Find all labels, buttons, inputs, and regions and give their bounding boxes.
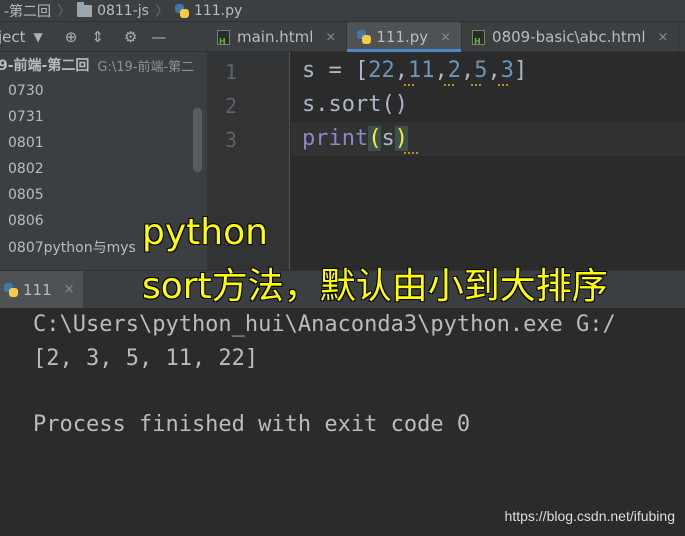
folder-icon <box>77 1 93 17</box>
console-line: Process finished with exit code 0 <box>33 412 471 437</box>
code-line-3: print(s) <box>302 126 408 151</box>
run-tab-111[interactable]: 111 × <box>0 270 83 309</box>
tab-abc-html[interactable]: 0809-basic\abc.html × <box>462 22 680 52</box>
chevron-right-icon: 〉 <box>57 3 72 20</box>
run-console-output[interactable]: C:\Users\python_hui\Anaconda3\python.exe… <box>0 308 685 536</box>
breadcrumb-item-folder[interactable]: 0811-js <box>73 0 153 21</box>
tree-item-0730[interactable]: 0730 <box>0 78 207 104</box>
python-file-icon <box>357 30 372 44</box>
tree-item-0802[interactable]: 0802 <box>0 156 207 182</box>
close-icon[interactable]: × <box>325 30 336 45</box>
close-icon[interactable]: × <box>64 282 75 297</box>
close-icon[interactable]: × <box>440 30 451 45</box>
editor-tabs: main.html × 111.py × 0809-basic\abc.html… <box>207 22 685 52</box>
breadcrumb-item-project[interactable]: -第二回 <box>0 0 55 21</box>
gear-icon[interactable]: ⚙ <box>124 28 137 46</box>
line-number: 2 <box>224 94 237 118</box>
target-icon[interactable]: ⊕ <box>65 28 78 46</box>
python-file-icon <box>174 3 189 18</box>
line-number: 1 <box>224 60 237 84</box>
tab-overflow[interactable] <box>679 22 685 52</box>
pep8-warning-squiggle <box>404 148 418 154</box>
python-file-icon <box>4 282 18 297</box>
project-view-selector[interactable]: ject <box>0 28 26 46</box>
project-toolbar: ject ▼ ⊕ ⇕ ⚙ — <box>0 22 207 52</box>
pep8-warning-squiggle <box>404 80 414 86</box>
tree-scrollbar[interactable] <box>193 108 202 172</box>
pep8-warning-squiggle <box>498 80 508 86</box>
breadcrumb: -第二回 〉 0811-js 〉 111.py <box>0 0 685 22</box>
overlay-caption-subtitle: sort方法，默认由小到大排序 <box>142 266 608 307</box>
watermark: https://blog.csdn.net/ifubing <box>504 508 675 524</box>
chevron-right-icon: 〉 <box>154 3 169 20</box>
collapse-icon[interactable]: ⇕ <box>91 28 104 46</box>
tab-111-py[interactable]: 111.py × <box>347 22 463 52</box>
code-editor[interactable]: s = [22,11,2,5,3] s.sort() print(s) <box>291 52 685 270</box>
html-file-icon <box>217 29 230 46</box>
code-line-2: s.sort() <box>302 92 408 117</box>
html-file-icon <box>472 29 486 46</box>
tree-item-0805[interactable]: 0805 <box>0 182 207 208</box>
console-line: [2, 3, 5, 11, 22] <box>33 346 259 371</box>
console-line: C:\Users\python_hui\Anaconda3\python.exe… <box>33 312 616 337</box>
breadcrumb-item-file[interactable]: 111.py <box>171 0 246 21</box>
pep8-warning-squiggle <box>471 80 481 86</box>
chevron-down-icon[interactable]: ▼ <box>34 30 43 44</box>
close-icon[interactable]: × <box>658 30 669 45</box>
line-number: 3 <box>224 128 237 152</box>
minimize-icon[interactable]: — <box>151 28 166 46</box>
overlay-caption-title: python <box>142 212 268 253</box>
tab-main-html[interactable]: main.html × <box>207 22 348 52</box>
tree-item-0731[interactable]: 0731 <box>0 104 207 130</box>
tree-root[interactable]: 9-前端-第二回 G:\19-前端-第二 <box>0 52 207 78</box>
tree-item-0801[interactable]: 0801 <box>0 130 207 156</box>
code-line-1: s = [22,11,2,5,3] <box>302 58 528 83</box>
pep8-warning-squiggle <box>444 80 454 86</box>
